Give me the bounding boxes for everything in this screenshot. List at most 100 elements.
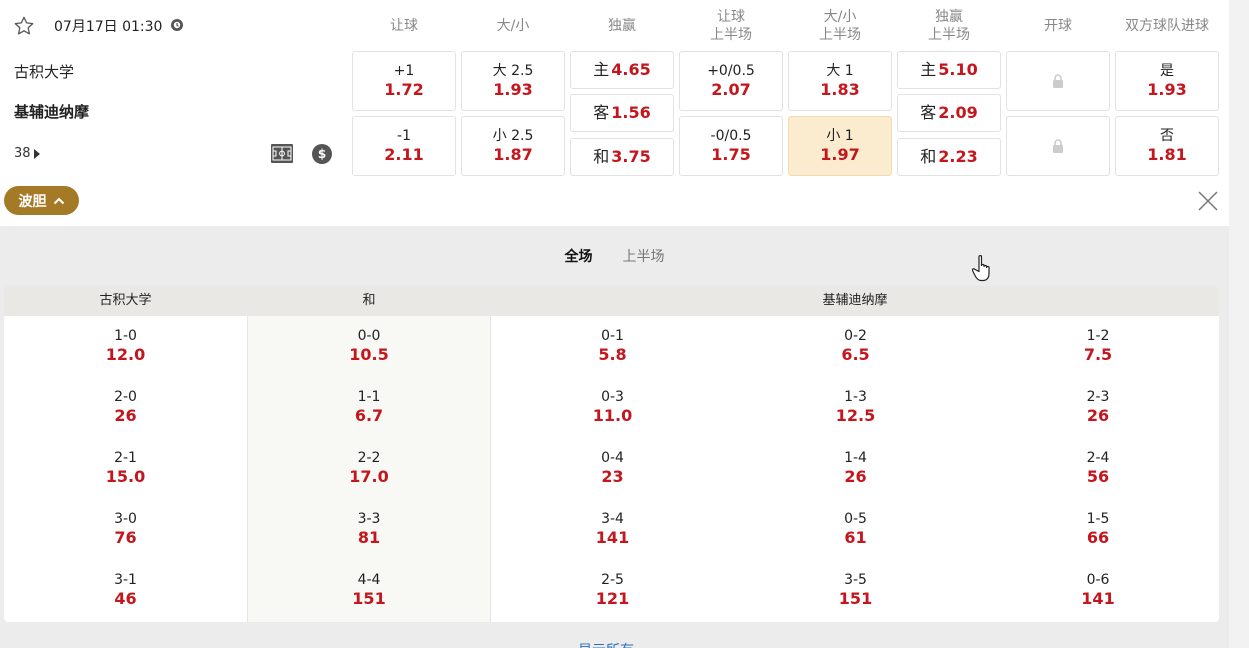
header-winner-label: 独赢 [608,18,636,34]
score-label: 2-2 [357,450,381,466]
odds-cell-under-h1-selected[interactable]: 小 1 1.97 [788,116,892,176]
odds-cell-handicap-h1-home[interactable]: +0/0.5 2.07 [679,51,783,111]
score-cell[interactable]: 2-0 26 [4,388,247,426]
score-cell[interactable]: 0-4 23 [491,449,734,487]
score-odd: 6.5 [841,345,870,364]
score-cell[interactable]: 2-2 17.0 [248,449,490,487]
score-label: 2-0 [114,389,137,405]
odds-cell-over-h1[interactable]: 大 1 1.83 [788,51,892,111]
odds-cell-winner-h1-draw[interactable]: 和 2.23 [897,138,1001,176]
score-col-draw: 0-0 10.5 1-1 6.7 2-2 17.0 3-3 81 4-4 151 [247,316,491,622]
score-odd: 6.7 [354,406,384,425]
score-odd: 26 [844,467,867,486]
score-cell[interactable]: 0-3 11.0 [491,388,734,426]
header-handicap-h1: 让球 上半场 [679,8,783,44]
odds-value: 1.87 [493,145,533,164]
lock-icon [1053,74,1063,88]
score-label: 0-5 [844,511,867,527]
score-odd: 26 [114,406,137,425]
bodan-toggle-button[interactable]: 波胆 [4,186,79,215]
tab-first-half[interactable]: 上半场 [623,246,665,266]
score-cell[interactable]: 3-1 46 [4,571,247,609]
header-winner: 独赢 [570,8,674,44]
score-cell[interactable]: 1-3 12.5 [734,388,977,426]
score-label: 0-4 [601,450,624,466]
score-cell[interactable]: 2-1 15.0 [4,449,247,487]
score-cell[interactable]: 3-0 76 [4,510,247,548]
header-winner-h1-label-b: 上半场 [928,27,970,43]
score-odd: 15.0 [105,467,146,486]
header-overunder-label: 大/小 [496,18,530,34]
odds-label: 小 1 [826,128,854,144]
odds-cell-over[interactable]: 大 2.5 1.93 [461,51,565,111]
odds-cell-winner-home[interactable]: 主 4.65 [570,51,674,89]
odds-cell-winner-h1-away[interactable]: 客 2.09 [897,94,1001,132]
score-label: 3-4 [601,511,624,527]
show-all-link[interactable]: 显示所有 [578,640,648,648]
odds-label: 小 2.5 [492,128,534,144]
odds-cell-handicap-home[interactable]: +1 1.72 [352,51,456,111]
score-cell[interactable]: 4-4 151 [248,571,490,609]
odds-cell-kickoff-locked-1 [1006,51,1110,111]
odds-cell-handicap-h1-away[interactable]: -0/0.5 1.75 [679,116,783,176]
tab-fulltime[interactable]: 全场 [565,246,593,266]
odds-cell-winner-away[interactable]: 客 1.56 [570,94,674,132]
score-cell[interactable]: 3-5 151 [734,571,977,609]
score-cell[interactable]: 2-5 121 [491,571,734,609]
header-winner-h1-label-a: 独赢 [935,9,963,25]
score-cell[interactable]: 3-3 81 [248,510,490,548]
score-cell[interactable]: 1-0 12.0 [4,327,247,365]
odds-value: 1.97 [820,145,860,164]
header-ou-h1-label-b: 上半场 [819,27,861,43]
score-cell[interactable]: 1-4 26 [734,449,977,487]
odds-value: 1.93 [493,80,533,99]
header-overunder: 大/小 [461,8,565,44]
odds-cell-btts-no[interactable]: 否 1.81 [1115,116,1219,176]
score-cell[interactable]: 0-0 10.5 [248,327,490,365]
star-icon[interactable] [13,15,35,37]
score-cell[interactable]: 0-2 6.5 [734,327,977,365]
header-handicap-label: 让球 [390,18,418,34]
score-odd: 26 [1086,406,1110,425]
odds-label: 客 [593,103,610,122]
score-cell[interactable]: 0-5 61 [734,510,977,548]
score-cell[interactable]: 1-2 7.5 [977,327,1219,365]
score-odd: 23 [601,467,624,486]
score-label: 1-4 [844,450,867,466]
score-cell[interactable]: 0-6 141 [977,571,1219,609]
score-cell[interactable]: 1-5 66 [977,510,1219,548]
odds-value: 1.75 [711,145,751,164]
score-cell[interactable]: 2-4 56 [977,449,1219,487]
odds-cell-handicap-away[interactable]: -1 2.11 [352,116,456,176]
dollar-icon[interactable]: $ [312,144,332,164]
chevron-up-icon [53,197,64,204]
odds-value: 1.83 [820,80,860,99]
col-header-home: 古积大学 [99,293,152,308]
score-label: 0-6 [1086,572,1110,588]
score-col-home: 1-0 12.0 2-0 26 2-1 15.0 3-0 76 3-1 46 [4,316,247,622]
odds-cell-btts-yes[interactable]: 是 1.93 [1115,51,1219,111]
score-label: 3-5 [844,572,867,588]
header-kickoff: 开球 [1006,8,1110,44]
odds-cell-under[interactable]: 小 2.5 1.87 [461,116,565,176]
odds-label: +0/0.5 [707,63,755,79]
score-label: 3-1 [114,572,137,588]
field-icon[interactable] [271,144,293,163]
odds-cell-winner-draw[interactable]: 和 3.75 [570,138,674,176]
score-cell[interactable]: 2-3 26 [977,388,1219,426]
odds-label: +1 [393,63,415,79]
more-markets-link[interactable]: 38 [14,146,40,161]
score-label: 1-1 [357,389,381,405]
correct-score-table: 古积大学 和 基辅迪纳摩 1-0 12.0 2-0 26 2-1 15.0 3-0 76 3-1… [4,286,1219,622]
score-cell[interactable]: 1-1 6.7 [248,388,490,426]
match-row: 07月17日 01:30 古积大学 基辅迪纳摩 38 $ 让球 大/小 独赢 让… [0,0,1229,226]
close-icon[interactable] [1197,190,1219,212]
odds-cell-winner-h1-home[interactable]: 主 5.10 [897,51,1001,89]
odds-value: 1.93 [1147,80,1187,99]
odds-value: 2.07 [711,80,751,99]
score-label: 1-2 [1086,328,1110,344]
score-cell[interactable]: 3-4 141 [491,510,734,548]
score-label: 1-5 [1086,511,1110,527]
score-cell[interactable]: 0-1 5.8 [491,327,734,365]
score-label: 0-2 [844,328,867,344]
